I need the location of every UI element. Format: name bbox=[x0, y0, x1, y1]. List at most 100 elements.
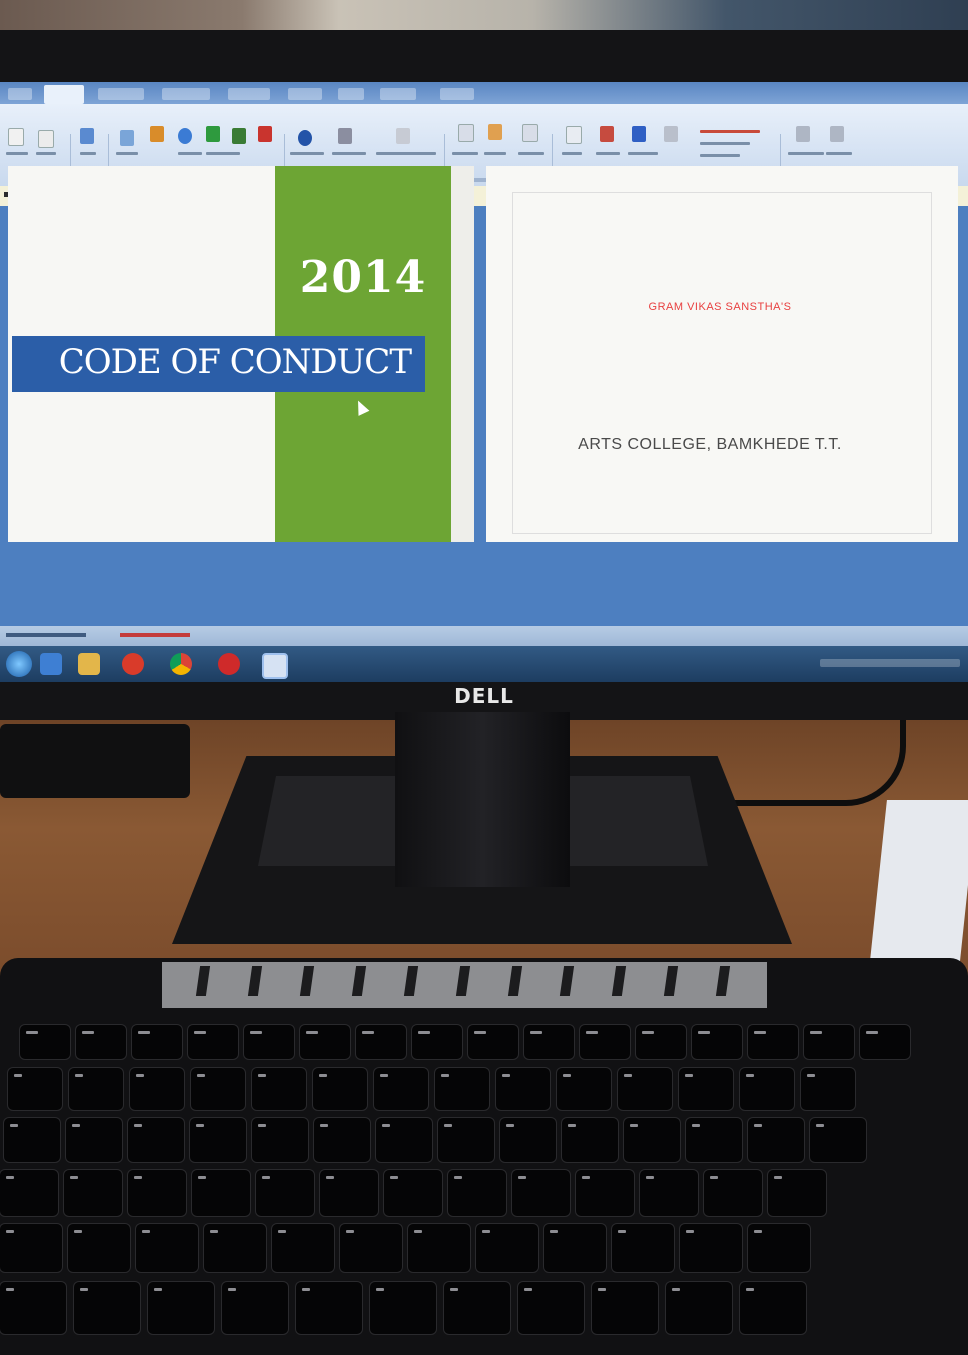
keyboard-key[interactable] bbox=[296, 1282, 362, 1334]
keyboard-key[interactable] bbox=[4, 1118, 60, 1162]
keyboard-key[interactable] bbox=[76, 1025, 126, 1059]
keyboard-key[interactable] bbox=[300, 1025, 350, 1059]
keyboard-key[interactable] bbox=[272, 1224, 334, 1272]
chrome-icon[interactable] bbox=[170, 653, 192, 675]
keyboard-key[interactable] bbox=[512, 1170, 570, 1216]
keyboard-key[interactable] bbox=[810, 1118, 866, 1162]
keyboard-key[interactable] bbox=[244, 1025, 294, 1059]
keyboard-key[interactable] bbox=[748, 1025, 798, 1059]
word-icon[interactable] bbox=[262, 653, 288, 679]
keyboard-key[interactable] bbox=[468, 1025, 518, 1059]
quick-parts-icon[interactable] bbox=[600, 126, 614, 142]
media-player-icon[interactable] bbox=[122, 653, 144, 675]
keyboard-key[interactable] bbox=[740, 1282, 806, 1334]
keyboard-key[interactable] bbox=[748, 1224, 810, 1272]
keyboard-key[interactable] bbox=[356, 1025, 406, 1059]
keyboard-key[interactable] bbox=[252, 1118, 308, 1162]
tab-insert[interactable] bbox=[44, 85, 84, 104]
equation-icon[interactable] bbox=[796, 126, 810, 142]
keyboard-key[interactable] bbox=[576, 1170, 634, 1216]
keyboard-key[interactable] bbox=[496, 1068, 550, 1110]
blank-page-icon[interactable] bbox=[38, 130, 54, 148]
keyboard-key[interactable] bbox=[448, 1170, 506, 1216]
drop-cap-icon[interactable] bbox=[664, 126, 678, 142]
keyboard-key[interactable] bbox=[768, 1170, 826, 1216]
keyboard-key[interactable] bbox=[804, 1025, 854, 1059]
footer-icon[interactable] bbox=[488, 124, 502, 140]
keyboard-key[interactable] bbox=[340, 1224, 402, 1272]
keyboard-key[interactable] bbox=[148, 1282, 214, 1334]
tab-mailings[interactable] bbox=[228, 88, 270, 100]
screenshot-icon[interactable] bbox=[258, 126, 272, 142]
keyboard-key[interactable] bbox=[374, 1068, 428, 1110]
keyboard-key[interactable] bbox=[692, 1025, 742, 1059]
keyboard-key[interactable] bbox=[444, 1282, 510, 1334]
cross-reference-icon[interactable] bbox=[396, 128, 410, 144]
chart-icon[interactable] bbox=[232, 128, 246, 144]
tab-review[interactable] bbox=[288, 88, 322, 100]
keyboard-key[interactable] bbox=[679, 1068, 733, 1110]
keyboard-key[interactable] bbox=[618, 1068, 672, 1110]
keyboard-key[interactable] bbox=[435, 1068, 489, 1110]
keyboard-key[interactable] bbox=[686, 1118, 742, 1162]
header-icon[interactable] bbox=[458, 124, 474, 142]
keyboard-key[interactable] bbox=[314, 1118, 370, 1162]
tab-file[interactable] bbox=[8, 88, 32, 100]
tab-page-layout[interactable] bbox=[98, 88, 144, 100]
keyboard-key[interactable] bbox=[704, 1170, 762, 1216]
smartart-icon[interactable] bbox=[206, 126, 220, 142]
cover-page-icon[interactable] bbox=[8, 128, 24, 146]
keyboard-key[interactable] bbox=[544, 1224, 606, 1272]
keyboard-key[interactable] bbox=[408, 1224, 470, 1272]
keyboard-key[interactable] bbox=[384, 1170, 442, 1216]
keyboard-key[interactable] bbox=[562, 1118, 618, 1162]
keyboard-key[interactable] bbox=[412, 1025, 462, 1059]
symbol-icon[interactable] bbox=[830, 126, 844, 142]
keyboard-key[interactable] bbox=[188, 1025, 238, 1059]
keyboard-key[interactable] bbox=[66, 1118, 122, 1162]
keyboard-key[interactable] bbox=[438, 1118, 494, 1162]
start-button-icon[interactable] bbox=[6, 651, 32, 677]
keyboard-key[interactable] bbox=[68, 1224, 130, 1272]
keyboard-key[interactable] bbox=[190, 1118, 246, 1162]
keyboard-key[interactable] bbox=[740, 1068, 794, 1110]
keyboard-key[interactable] bbox=[132, 1025, 182, 1059]
keyboard-key[interactable] bbox=[640, 1170, 698, 1216]
wordart-icon[interactable] bbox=[632, 126, 646, 142]
keyboard-key[interactable] bbox=[136, 1224, 198, 1272]
language-indicator[interactable] bbox=[120, 633, 190, 637]
shapes-icon[interactable] bbox=[178, 128, 192, 144]
keyboard-key[interactable] bbox=[8, 1068, 62, 1110]
system-tray[interactable] bbox=[820, 659, 960, 667]
tab-addins[interactable] bbox=[380, 88, 416, 100]
keyboard-key[interactable] bbox=[376, 1118, 432, 1162]
keyboard-key[interactable] bbox=[69, 1068, 123, 1110]
keyboard-key[interactable] bbox=[130, 1068, 184, 1110]
keyboard-key[interactable] bbox=[680, 1224, 742, 1272]
keyboard-key[interactable] bbox=[128, 1170, 186, 1216]
bookmark-icon[interactable] bbox=[338, 128, 352, 144]
keyboard-key[interactable] bbox=[524, 1025, 574, 1059]
opera-icon[interactable] bbox=[218, 653, 240, 675]
explorer-icon[interactable] bbox=[78, 653, 100, 675]
keyboard-key[interactable] bbox=[192, 1170, 250, 1216]
keyboard-key[interactable] bbox=[636, 1025, 686, 1059]
keyboard-key[interactable] bbox=[74, 1282, 140, 1334]
hyperlink-icon[interactable] bbox=[298, 130, 312, 146]
keyboard-key[interactable] bbox=[666, 1282, 732, 1334]
keyboard-key[interactable] bbox=[801, 1068, 855, 1110]
keyboard-key[interactable] bbox=[20, 1025, 70, 1059]
tab-format[interactable] bbox=[440, 88, 474, 100]
text-box-icon[interactable] bbox=[566, 126, 582, 144]
keyboard-key[interactable] bbox=[370, 1282, 436, 1334]
ie-icon[interactable] bbox=[40, 653, 62, 675]
keyboard-key[interactable] bbox=[0, 1282, 66, 1334]
keyboard-key[interactable] bbox=[0, 1170, 58, 1216]
keyboard-key[interactable] bbox=[592, 1282, 658, 1334]
keyboard-key[interactable] bbox=[612, 1224, 674, 1272]
picture-icon[interactable] bbox=[120, 130, 134, 146]
keyboard-key[interactable] bbox=[128, 1118, 184, 1162]
keyboard-key[interactable] bbox=[204, 1224, 266, 1272]
keyboard-key[interactable] bbox=[500, 1118, 556, 1162]
keyboard-key[interactable] bbox=[624, 1118, 680, 1162]
